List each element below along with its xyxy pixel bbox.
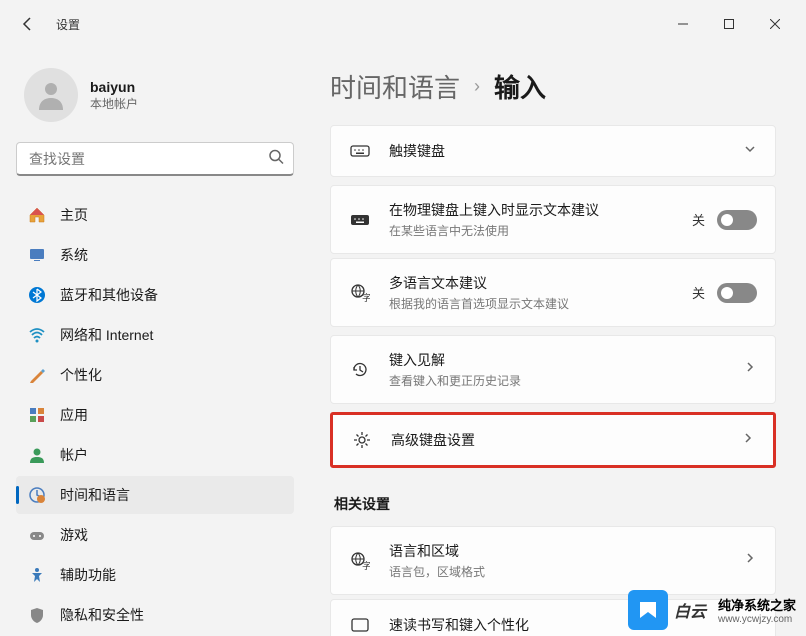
breadcrumb: 时间和语言 › 输入	[330, 68, 776, 105]
watermark-sub2: www.ycwjzy.com	[718, 614, 796, 625]
card-advanced-keyboard-settings[interactable]: 高级键盘设置	[330, 412, 776, 468]
close-button[interactable]	[752, 8, 798, 40]
gaming-icon	[28, 526, 46, 544]
card-subtitle: 查看键入和更正历史记录	[389, 372, 725, 389]
chevron-right-icon	[743, 551, 757, 570]
card-title: 高级键盘设置	[391, 430, 723, 450]
personalize-icon	[28, 366, 46, 384]
keyboard-filled-icon	[349, 209, 371, 231]
sidebar-item-label: 主页	[60, 205, 88, 225]
toggle-switch[interactable]	[717, 210, 757, 230]
card-typing-insights[interactable]: 键入见解 查看键入和更正历史记录	[330, 335, 776, 404]
window-controls	[660, 8, 798, 40]
sidebar-item-label: 网络和 Internet	[60, 325, 153, 345]
toggle-switch[interactable]	[717, 283, 757, 303]
sidebar-item-personalize[interactable]: 个性化	[16, 356, 294, 394]
sidebar-item-time-language[interactable]: 时间和语言	[16, 476, 294, 514]
card-title: 在物理键盘上键入时显示文本建议	[389, 200, 674, 220]
watermark-brand: 白云	[674, 598, 706, 622]
toggle-state-label: 关	[692, 210, 705, 229]
svg-text:字: 字	[362, 292, 370, 303]
sidebar-item-home[interactable]: 主页	[16, 196, 294, 234]
sidebar-item-label: 隐私和安全性	[60, 605, 144, 625]
sidebar-item-label: 辅助功能	[60, 565, 116, 585]
svg-text:字: 字	[362, 560, 370, 571]
sidebar-item-apps[interactable]: 应用	[16, 396, 294, 434]
inking-icon	[349, 614, 371, 636]
titlebar: 设置	[0, 0, 806, 48]
network-icon	[28, 326, 46, 344]
card-title: 语言和区域	[389, 541, 725, 561]
back-button[interactable]	[8, 4, 48, 44]
card-subtitle: 在某些语言中无法使用	[389, 222, 674, 239]
system-icon	[28, 246, 46, 264]
maximize-button[interactable]	[706, 8, 752, 40]
chevron-down-icon	[743, 142, 757, 161]
card-title: 触摸键盘	[389, 141, 725, 161]
privacy-icon	[28, 606, 46, 624]
sidebar-item-privacy[interactable]: 隐私和安全性	[16, 596, 294, 634]
breadcrumb-parent[interactable]: 时间和语言	[330, 68, 460, 105]
sidebar-item-accessibility[interactable]: 辅助功能	[16, 556, 294, 594]
chevron-right-icon	[743, 360, 757, 379]
watermark-logo	[628, 590, 668, 630]
page-title: 输入	[494, 68, 546, 105]
minimize-button[interactable]	[660, 8, 706, 40]
card-subtitle: 根据我的语言首选项显示文本建议	[389, 295, 674, 312]
search-icon	[268, 149, 284, 170]
card-multilingual-suggestions[interactable]: 字 多语言文本建议 根据我的语言首选项显示文本建议 关	[330, 258, 776, 327]
gear-icon	[351, 429, 373, 451]
app-title: 设置	[56, 16, 80, 33]
user-name: baiyun	[90, 79, 138, 95]
accounts-icon	[28, 446, 46, 464]
apps-icon	[28, 406, 46, 424]
sidebar-item-label: 游戏	[60, 525, 88, 545]
user-account-type: 本地帐户	[90, 95, 138, 112]
sidebar-item-label: 帐户	[60, 445, 88, 465]
time-language-icon	[28, 486, 46, 504]
language-icon: 字	[349, 282, 371, 304]
home-icon	[28, 206, 46, 224]
user-section[interactable]: baiyun 本地帐户	[16, 56, 294, 142]
sidebar-item-label: 系统	[60, 245, 88, 265]
card-title: 键入见解	[389, 350, 725, 370]
card-subtitle: 语言包，区域格式	[389, 563, 725, 580]
sidebar-item-label: 蓝牙和其他设备	[60, 285, 158, 305]
card-touch-keyboard[interactable]: 触摸键盘	[330, 125, 776, 177]
card-physical-keyboard-suggestions[interactable]: 在物理键盘上键入时显示文本建议 在某些语言中无法使用 关	[330, 185, 776, 254]
keyboard-icon	[349, 140, 371, 162]
history-icon	[349, 359, 371, 381]
main-content: 时间和语言 › 输入 触摸键盘 在物理键盘上键入时显示文本建议 在某些语言中无法…	[310, 48, 806, 636]
sidebar-item-label: 时间和语言	[60, 485, 130, 505]
arrow-left-icon	[20, 16, 36, 32]
bluetooth-icon	[28, 286, 46, 304]
chevron-right-icon: ›	[474, 76, 480, 97]
avatar	[24, 68, 78, 122]
language-region-icon: 字	[349, 550, 371, 572]
search-box	[16, 142, 294, 176]
sidebar-item-label: 个性化	[60, 365, 102, 385]
sidebar-item-system[interactable]: 系统	[16, 236, 294, 274]
watermark-sub1: 纯净系统之家	[718, 595, 796, 614]
nav-list: 主页 系统 蓝牙和其他设备 网络和 Internet 个性化 应用	[16, 196, 294, 634]
watermark: 白云 纯净系统之家 www.ycwjzy.com	[628, 590, 796, 630]
sidebar-item-accounts[interactable]: 帐户	[16, 436, 294, 474]
card-title: 多语言文本建议	[389, 273, 674, 293]
related-section-title: 相关设置	[334, 494, 776, 514]
sidebar-item-bluetooth[interactable]: 蓝牙和其他设备	[16, 276, 294, 314]
accessibility-icon	[28, 566, 46, 584]
sidebar-item-gaming[interactable]: 游戏	[16, 516, 294, 554]
sidebar-item-label: 应用	[60, 405, 88, 425]
chevron-right-icon	[741, 431, 755, 450]
sidebar-item-network[interactable]: 网络和 Internet	[16, 316, 294, 354]
sidebar: baiyun 本地帐户 主页 系统 蓝牙和其他设备	[0, 48, 310, 636]
card-language-region[interactable]: 字 语言和区域 语言包，区域格式	[330, 526, 776, 595]
toggle-state-label: 关	[692, 283, 705, 302]
search-input[interactable]	[16, 142, 294, 176]
